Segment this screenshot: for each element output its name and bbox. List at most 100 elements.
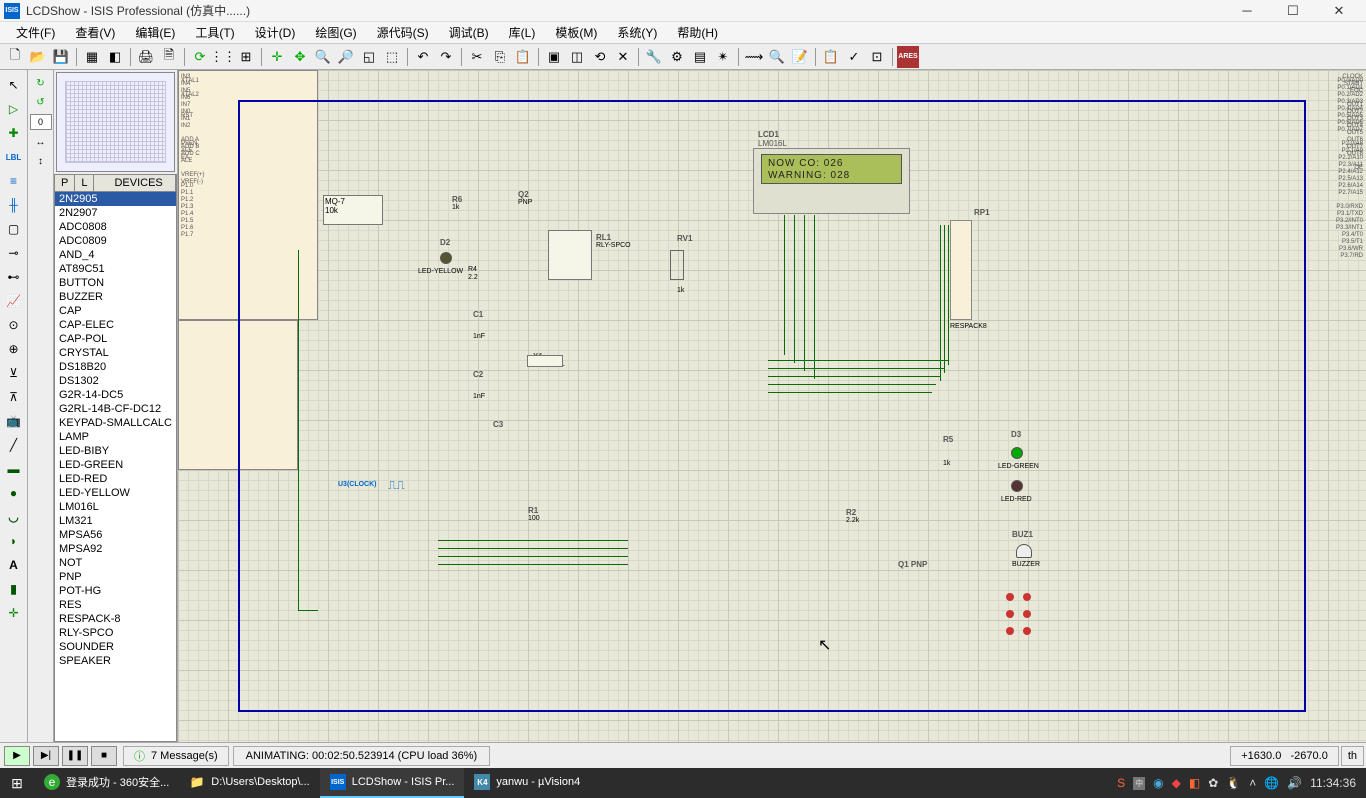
device-item[interactable]: LAMP bbox=[55, 430, 176, 444]
open-icon[interactable]: 📂 bbox=[27, 46, 49, 68]
block-move-icon[interactable]: ◫ bbox=[566, 46, 588, 68]
device-item[interactable]: LM016L bbox=[55, 500, 176, 514]
print-icon[interactable]: 🖨 bbox=[135, 46, 157, 68]
device-pin-icon[interactable]: ⊷ bbox=[3, 266, 25, 288]
preview-pane[interactable] bbox=[56, 72, 175, 172]
device-item[interactable]: MPSA56 bbox=[55, 528, 176, 542]
device-item[interactable]: DS18B20 bbox=[55, 360, 176, 374]
select-mode-icon[interactable]: ↖ bbox=[3, 74, 25, 96]
pause-button[interactable]: ❚❚ bbox=[62, 746, 88, 766]
bus-icon[interactable]: ╫ bbox=[3, 194, 25, 216]
menu-library[interactable]: 库(L) bbox=[499, 22, 546, 43]
paste-icon[interactable]: 📋 bbox=[512, 46, 534, 68]
wire-label-icon[interactable]: LBL bbox=[3, 146, 25, 168]
clock[interactable]: 11:34:36 bbox=[1310, 776, 1356, 790]
device-item[interactable]: MPSA92 bbox=[55, 542, 176, 556]
origin-icon[interactable]: ✛ bbox=[266, 46, 288, 68]
block-delete-icon[interactable]: ✕ bbox=[612, 46, 634, 68]
graph-icon[interactable]: 📈 bbox=[3, 290, 25, 312]
schematic-canvas[interactable]: LCD1 LM016L NOW CO: 026 WARNING: 028 U1 … bbox=[178, 70, 1366, 742]
make-device-icon[interactable]: ⚙ bbox=[666, 46, 688, 68]
device-item[interactable]: NOT bbox=[55, 556, 176, 570]
menu-design[interactable]: 设计(D) bbox=[245, 22, 306, 43]
generator-icon[interactable]: ⊕ bbox=[3, 338, 25, 360]
device-item[interactable]: LED-RED bbox=[55, 472, 176, 486]
device-item[interactable]: CAP-ELEC bbox=[55, 318, 176, 332]
copy-icon[interactable]: ⎘ bbox=[489, 46, 511, 68]
tape-icon[interactable]: ⊙ bbox=[3, 314, 25, 336]
device-item[interactable]: CAP bbox=[55, 304, 176, 318]
stop-button[interactable]: ■ bbox=[91, 746, 117, 766]
tray-app5-icon[interactable]: 🐧 bbox=[1226, 776, 1241, 790]
voltage-probe-icon[interactable]: ⊻ bbox=[3, 362, 25, 384]
device-item[interactable]: RLY-SPCO bbox=[55, 626, 176, 640]
path-2d-icon[interactable]: ◗ bbox=[3, 530, 25, 552]
step-button[interactable]: ▶| bbox=[33, 746, 59, 766]
marker-icon[interactable]: ✛ bbox=[3, 602, 25, 624]
area-icon[interactable]: ◧ bbox=[104, 46, 126, 68]
property-icon[interactable]: 📝 bbox=[789, 46, 811, 68]
message-count[interactable]: ⓘ 7 Message(s) bbox=[123, 746, 229, 766]
zoom-area-icon[interactable]: ⬚ bbox=[381, 46, 403, 68]
device-item[interactable]: AND_4 bbox=[55, 248, 176, 262]
mq7-sensor[interactable]: MQ-7 10k bbox=[323, 195, 383, 225]
device-item[interactable]: 2N2907 bbox=[55, 206, 176, 220]
decompose-icon[interactable]: ✴ bbox=[712, 46, 734, 68]
print-area-icon[interactable]: 🗎 bbox=[158, 46, 180, 68]
rotate-ccw-icon[interactable]: ↺ bbox=[31, 93, 51, 111]
zoom-fit-icon[interactable]: ◱ bbox=[358, 46, 380, 68]
device-item[interactable]: DS1302 bbox=[55, 374, 176, 388]
current-probe-icon[interactable]: ⊼ bbox=[3, 386, 25, 408]
canvas-area[interactable]: LCD1 LM016L NOW CO: 026 WARNING: 028 U1 … bbox=[178, 70, 1366, 742]
device-item[interactable]: 2N2905 bbox=[55, 192, 176, 206]
menu-template[interactable]: 模板(M) bbox=[545, 22, 607, 43]
device-item[interactable]: BUTTON bbox=[55, 276, 176, 290]
libraries-button[interactable]: L bbox=[75, 175, 94, 191]
menu-tools[interactable]: 工具(T) bbox=[185, 22, 244, 43]
device-item[interactable]: AT89C51 bbox=[55, 262, 176, 276]
device-item[interactable]: RESPACK-8 bbox=[55, 612, 176, 626]
chevron-up-icon[interactable]: ˄ bbox=[1249, 776, 1256, 790]
device-item[interactable]: LED-YELLOW bbox=[55, 486, 176, 500]
network-icon[interactable]: 🌐 bbox=[1264, 776, 1279, 790]
device-item[interactable]: CRYSTAL bbox=[55, 346, 176, 360]
refresh-icon[interactable]: ⟳ bbox=[189, 46, 211, 68]
crystal-x1[interactable] bbox=[527, 355, 563, 367]
save-icon[interactable]: 💾 bbox=[50, 46, 72, 68]
menu-debug[interactable]: 调试(B) bbox=[439, 22, 499, 43]
new-doc-icon[interactable]: 🗋 bbox=[4, 46, 26, 68]
device-item[interactable]: PNP bbox=[55, 570, 176, 584]
lcd-display[interactable]: NOW CO: 026 WARNING: 028 bbox=[761, 154, 902, 184]
menu-view[interactable]: 查看(V) bbox=[65, 22, 125, 43]
led-green-d3[interactable] bbox=[1011, 447, 1023, 459]
virtual-instrument-icon[interactable]: 📺 bbox=[3, 410, 25, 432]
line-2d-icon[interactable]: ╱ bbox=[3, 434, 25, 456]
ime-icon[interactable]: 中 bbox=[1133, 777, 1145, 790]
junction-icon[interactable]: ✚ bbox=[3, 122, 25, 144]
block-copy-icon[interactable]: ▣ bbox=[543, 46, 565, 68]
device-item[interactable]: LM321 bbox=[55, 514, 176, 528]
tray-app1-icon[interactable]: ◉ bbox=[1153, 776, 1163, 790]
device-item[interactable]: CAP-POL bbox=[55, 332, 176, 346]
box-2d-icon[interactable]: ▬ bbox=[3, 458, 25, 480]
close-button[interactable]: ✕ bbox=[1316, 0, 1362, 22]
menu-draw[interactable]: 绘图(G) bbox=[305, 22, 366, 43]
component-mode-icon[interactable]: ▷ bbox=[3, 98, 25, 120]
task-isis[interactable]: ISIS LCDShow - ISIS Pr... bbox=[320, 768, 465, 798]
task-360browser[interactable]: e 登录成功 - 360安全... bbox=[34, 768, 179, 798]
symbol-icon[interactable]: ▮ bbox=[3, 578, 25, 600]
search-tag-icon[interactable]: 🔍 bbox=[766, 46, 788, 68]
menu-source[interactable]: 源代码(S) bbox=[367, 22, 439, 43]
sogou-icon[interactable]: S bbox=[1117, 776, 1125, 790]
tray-app4-icon[interactable]: ✿ bbox=[1208, 776, 1218, 790]
maximize-button[interactable]: ☐ bbox=[1270, 0, 1316, 22]
rotation-value[interactable]: 0 bbox=[30, 114, 52, 130]
device-item[interactable]: G2R-14-DC5 bbox=[55, 388, 176, 402]
menu-system[interactable]: 系统(Y) bbox=[607, 22, 667, 43]
flip-h-icon[interactable]: ↔ bbox=[31, 133, 51, 151]
menu-file[interactable]: 文件(F) bbox=[6, 22, 65, 43]
buzzer-buz1[interactable] bbox=[1016, 544, 1032, 558]
block-rotate-icon[interactable]: ⟲ bbox=[589, 46, 611, 68]
undo-icon[interactable]: ↶ bbox=[412, 46, 434, 68]
terminal-icon[interactable]: ⊸ bbox=[3, 242, 25, 264]
